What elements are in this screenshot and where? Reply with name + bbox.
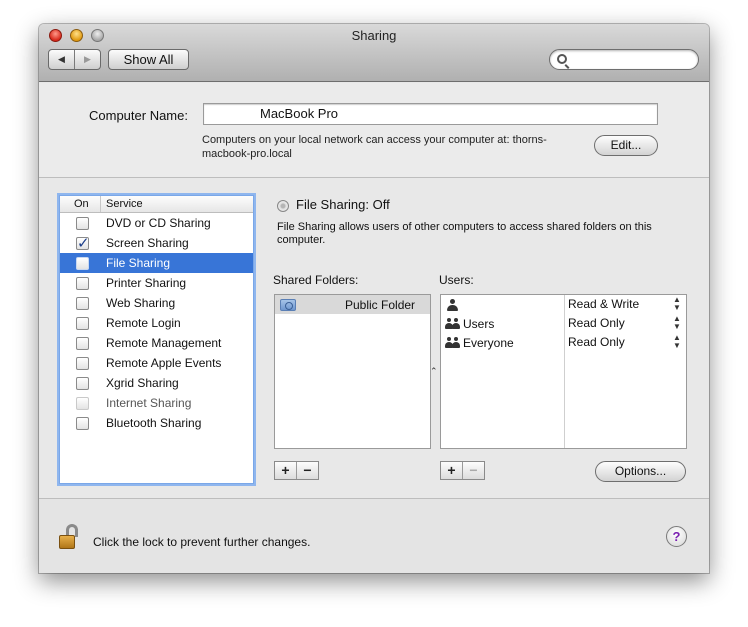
titlebar: Sharing ◀ ▶ Show All	[39, 24, 709, 82]
permission-popup[interactable]: Read Only	[568, 316, 625, 330]
search-icon	[557, 54, 567, 64]
permission-stepper-icon[interactable]: ▲ ▼	[673, 296, 681, 312]
service-row[interactable]: Printer Sharing	[60, 273, 253, 293]
service-row[interactable]: Bluetooth Sharing	[60, 413, 253, 433]
shared-folders-label: Shared Folders:	[273, 273, 359, 287]
service-row[interactable]: Remote Login	[60, 313, 253, 333]
footer-bar: Click the lock to prevent further change…	[39, 498, 709, 573]
service-label: Internet Sharing	[106, 396, 192, 410]
window-title: Sharing	[351, 28, 397, 43]
user-name: Everyone	[463, 336, 514, 350]
group-icon	[445, 337, 461, 350]
computer-name-label: Computer Name:	[89, 108, 188, 123]
service-row[interactable]: Remote Apple Events	[60, 353, 253, 373]
options-button[interactable]: Options...	[595, 461, 686, 482]
service-checkbox[interactable]	[76, 396, 89, 410]
file-sharing-status: File Sharing: Off	[296, 197, 390, 212]
users-list[interactable]: Read & Write ▲ ▼ Users Read Only ▲ ▼ Everyone…	[440, 294, 687, 449]
shared-folders-add-remove: + −	[274, 461, 319, 480]
computer-address-description: Computers on your local network can acce…	[202, 134, 547, 160]
split-resize-handle[interactable]: ⌃	[430, 366, 438, 377]
forward-arrow-icon[interactable]: ▶	[75, 50, 100, 69]
service-list[interactable]: On Service DVD or CD Sharing Screen Shari…	[59, 195, 254, 484]
service-label: File Sharing	[106, 256, 171, 270]
service-row[interactable]: Xgrid Sharing	[60, 373, 253, 393]
service-label: Printer Sharing	[106, 276, 187, 290]
back-arrow-icon[interactable]: ◀	[49, 50, 75, 69]
service-row[interactable]: Screen Sharing	[60, 233, 253, 253]
shared-folder-name: Public Folder	[345, 297, 416, 312]
service-checkbox[interactable]	[76, 296, 89, 310]
service-rows: DVD or CD Sharing Screen Sharing File Shar…	[60, 213, 253, 433]
status-indicator-icon	[277, 200, 289, 212]
column-header-service[interactable]: Service	[101, 196, 143, 212]
users-label: Users:	[439, 273, 474, 287]
service-row[interactable]: Remote Management	[60, 333, 253, 353]
service-checkbox[interactable]	[76, 216, 89, 230]
column-header-on[interactable]: On	[60, 196, 101, 212]
service-checkbox[interactable]	[76, 256, 89, 270]
service-checkbox[interactable]	[76, 234, 90, 252]
service-label: Remote Management	[106, 336, 222, 350]
user-row[interactable]: Users Read Only ▲ ▼	[441, 315, 686, 334]
service-label: Web Sharing	[106, 296, 176, 310]
shared-folders-list[interactable]: Public Folder	[274, 294, 431, 449]
user-row[interactable]: Read & Write ▲ ▼	[441, 296, 686, 315]
users-add-remove: + −	[440, 461, 485, 480]
user-name: Users	[463, 317, 495, 331]
service-label: DVD or CD Sharing	[106, 216, 211, 230]
service-label: Remote Apple Events	[106, 356, 222, 370]
service-row[interactable]: File Sharing	[60, 253, 253, 273]
service-checkbox[interactable]	[76, 316, 89, 330]
shared-folder-row[interactable]: Public Folder	[275, 295, 430, 314]
service-checkbox[interactable]	[76, 356, 89, 370]
remove-user-button[interactable]: −	[463, 462, 484, 479]
user-row[interactable]: Everyone Read Only ▲ ▼	[441, 334, 686, 353]
permission-popup[interactable]: Read & Write	[568, 297, 639, 311]
show-all-button[interactable]: Show All	[108, 49, 189, 70]
unlocked-lock-icon[interactable]	[59, 524, 81, 550]
file-sharing-description: File Sharing allows users of other compu…	[277, 221, 652, 246]
service-checkbox[interactable]	[76, 416, 89, 430]
computer-name-section: Computer Name: MacBook Pro Computers on …	[39, 83, 709, 178]
edit-button[interactable]: Edit...	[594, 135, 658, 156]
search-field[interactable]	[549, 49, 699, 70]
person-icon	[447, 299, 458, 312]
service-label: Remote Login	[106, 316, 181, 330]
permission-popup[interactable]: Read Only	[568, 335, 625, 349]
public-folder-icon	[280, 298, 296, 311]
service-list-header: On Service	[60, 196, 253, 213]
service-label: Xgrid Sharing	[106, 376, 179, 390]
service-checkbox[interactable]	[76, 336, 89, 350]
service-row[interactable]: Web Sharing	[60, 293, 253, 313]
service-label: Bluetooth Sharing	[106, 416, 202, 430]
add-user-button[interactable]: +	[441, 462, 463, 479]
permission-stepper-icon[interactable]: ▲ ▼	[673, 334, 681, 350]
service-label: Screen Sharing	[106, 236, 189, 250]
lock-message: Click the lock to prevent further change…	[93, 535, 311, 549]
service-checkbox[interactable]	[76, 276, 89, 290]
add-shared-folder-button[interactable]: +	[275, 462, 297, 479]
help-button[interactable]: ?	[666, 526, 687, 547]
remove-shared-folder-button[interactable]: −	[297, 462, 318, 479]
service-row[interactable]: Internet Sharing	[60, 393, 253, 413]
service-checkbox[interactable]	[76, 376, 89, 390]
back-forward-control: ◀ ▶	[48, 49, 101, 70]
service-row[interactable]: DVD or CD Sharing	[60, 213, 253, 233]
permission-stepper-icon[interactable]: ▲ ▼	[673, 315, 681, 331]
computer-name-field[interactable]: MacBook Pro	[203, 103, 658, 125]
sharing-window: Sharing ◀ ▶ Show All Computer Name: MacB…	[39, 24, 709, 573]
group-icon	[445, 318, 461, 331]
